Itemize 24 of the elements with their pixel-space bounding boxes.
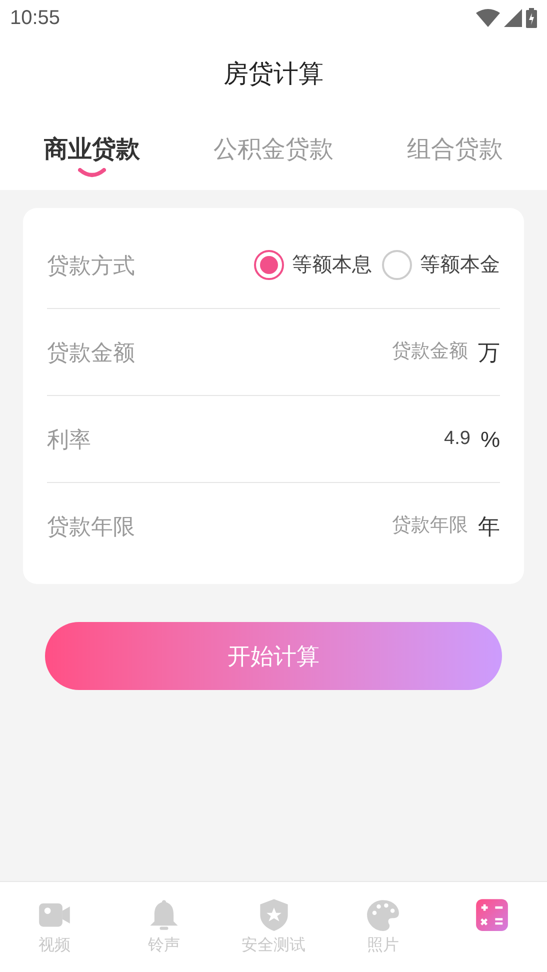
field-label: 利率 <box>47 426 91 454</box>
field-label: 贷款年限 <box>47 513 135 541</box>
radio-option[interactable]: 等额本金 <box>382 250 500 280</box>
tab-indicator <box>78 168 106 178</box>
input-field[interactable]: 4.9 <box>330 424 470 454</box>
input-field[interactable]: 贷款金额 <box>328 338 468 366</box>
field-label: 贷款金额 <box>47 338 135 366</box>
field-label: 贷款方式 <box>47 252 135 280</box>
page-title: 房贷计算 <box>224 59 324 90</box>
input-field[interactable]: 贷款年限 <box>328 512 468 541</box>
unit-label: 万 <box>478 338 500 366</box>
loan-tab[interactable]: 公积金贷款 <box>214 134 334 184</box>
radio-option[interactable]: 等额本息 <box>254 250 372 280</box>
calculate-button[interactable]: 开始计算 <box>45 622 502 690</box>
battery-icon <box>526 8 537 28</box>
loan-tab[interactable]: 商业贷款 <box>44 134 140 184</box>
unit-label: 年 <box>478 513 500 541</box>
radio-button[interactable] <box>254 250 284 280</box>
loan-tab[interactable]: 组合贷款 <box>407 134 503 184</box>
wifi-icon <box>476 9 500 27</box>
status-time: 10:55 <box>10 6 60 31</box>
unit-label: % <box>480 426 500 454</box>
radio-button[interactable] <box>382 250 412 280</box>
signal-icon <box>504 9 522 27</box>
